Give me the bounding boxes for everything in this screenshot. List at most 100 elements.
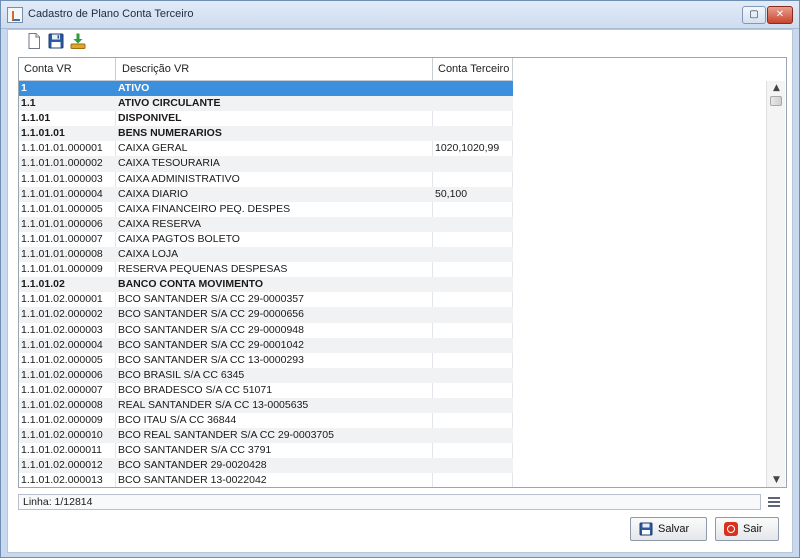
- cell-conta-terceiro[interactable]: [433, 247, 513, 262]
- close-button[interactable]: ✕: [767, 6, 793, 24]
- table-row[interactable]: 1.1.01.01.000001 CAIXA GERAL 1020,1020,99: [19, 141, 513, 156]
- save-button[interactable]: Salvar: [630, 517, 707, 541]
- cell-conta-terceiro[interactable]: [433, 323, 513, 338]
- table-row[interactable]: 1 ATIVO: [19, 81, 513, 97]
- cell-conta-terceiro[interactable]: [433, 111, 513, 126]
- cell-descricao-vr: BCO SANTANDER S/A CC 13-0000293: [118, 353, 304, 366]
- status-bar: Linha: 1/12814: [18, 494, 761, 510]
- scroll-thumb[interactable]: [770, 96, 782, 106]
- cell-descricao-vr: BANCO CONTA MOVIMENTO: [118, 278, 264, 291]
- cell-descricao-vr: CAIXA FINANCEIRO PEQ. DESPES: [118, 202, 291, 215]
- cell-conta-vr: 1.1.01.01.000004: [21, 187, 103, 200]
- table-row[interactable]: 1.1.01.01.000003 CAIXA ADMINISTRATIVO: [19, 172, 513, 187]
- table-row[interactable]: 1.1.01.01.000007 CAIXA PAGTOS BOLETO: [19, 232, 513, 247]
- cell-conta-terceiro[interactable]: [433, 383, 513, 398]
- new-document-icon[interactable]: [25, 32, 43, 50]
- cell-conta-terceiro[interactable]: [433, 81, 513, 96]
- cell-conta-vr: 1.1.01.01.000005: [21, 202, 103, 215]
- table-row[interactable]: 1.1.01.01.000004 CAIXA DIARIO 50,100: [19, 186, 513, 202]
- menu-lines-icon[interactable]: [767, 495, 781, 509]
- table-row[interactable]: 1.1 ATIVO CIRCULANTE: [19, 96, 513, 112]
- table-row[interactable]: 1.1.01.02.000008 REAL SANTANDER S/A CC 13…: [19, 397, 513, 414]
- table-row[interactable]: 1.1.01.02 BANCO CONTA MOVIMENTO: [19, 277, 513, 293]
- cell-conta-terceiro[interactable]: [433, 156, 513, 171]
- cell-conta-vr: 1.1: [21, 97, 36, 110]
- exit-button[interactable]: Sair: [715, 517, 779, 541]
- cell-conta-terceiro[interactable]: [433, 443, 513, 458]
- cell-conta-vr: 1.1.01.02: [21, 278, 65, 291]
- cell-conta-terceiro[interactable]: [433, 353, 513, 368]
- table-row[interactable]: 1.1.01.02.000002 BCO SANTANDER S/A CC 29-…: [19, 307, 513, 323]
- cell-conta-vr: 1: [21, 82, 27, 94]
- cell-descricao-vr: BCO SANTANDER 29-0020428: [118, 459, 267, 472]
- cell-descricao-vr: CAIXA GERAL: [118, 142, 188, 155]
- table-row[interactable]: 1.1.01.02.000012 BCO SANTANDER 29-0020428: [19, 458, 513, 474]
- cell-conta-vr: 1.1.01.02.000011: [21, 444, 102, 457]
- table-row[interactable]: 1.1.01.01.000005 CAIXA FINANCEIRO PEQ. DE…: [19, 202, 513, 217]
- cell-descricao-vr: BCO SANTANDER S/A CC 3791: [118, 444, 272, 457]
- table-row[interactable]: 1.1.01.01.000009 RESERVA PEQUENAS DESPESA…: [19, 262, 513, 277]
- cell-descricao-vr: ATIVO CIRCULANTE: [118, 97, 221, 110]
- table-row[interactable]: 1.1.01.02.000004 BCO SANTANDER S/A CC 29-…: [19, 337, 513, 353]
- cell-conta-terceiro[interactable]: [433, 458, 513, 473]
- restore-button[interactable]: ▢: [742, 6, 766, 24]
- table-row[interactable]: 1.1.01.01 BENS NUMERARIOS: [19, 126, 513, 142]
- cell-conta-terceiro[interactable]: [433, 126, 513, 141]
- title-bar[interactable]: Cadastro de Plano Conta Terceiro ▢ ✕: [1, 1, 799, 29]
- table-row[interactable]: 1.1.01.02.000013 BCO SANTANDER 13-0022042: [19, 473, 513, 487]
- cell-descricao-vr: BENS NUMERARIOS: [118, 127, 222, 140]
- cell-conta-terceiro[interactable]: [433, 172, 513, 187]
- scroll-down-arrow-icon[interactable]: ▼: [767, 473, 786, 487]
- cell-conta-terceiro[interactable]: 1020,1020,99: [433, 141, 513, 156]
- table-row[interactable]: 1.1.01.02.000003 BCO SANTANDER S/A CC 29-…: [19, 323, 513, 338]
- app-window: Cadastro de Plano Conta Terceiro ▢ ✕ Con…: [0, 0, 800, 558]
- column-header-conta-vr[interactable]: Conta VR: [19, 58, 116, 81]
- table-row[interactable]: 1.1.01.02.000006 BCO BRASIL S/A CC 6345: [19, 367, 513, 383]
- scroll-up-arrow-icon[interactable]: ▲: [767, 81, 786, 95]
- table-row[interactable]: 1.1.01.02.000001 BCO SANTANDER S/A CC 29-…: [19, 292, 513, 307]
- table-row[interactable]: 1.1.01 DISPONIVEL: [19, 111, 513, 126]
- main-panel: Conta VR Descrição VR Conta Terceiro 1 AT…: [7, 29, 793, 553]
- table-row[interactable]: 1.1.01.01.000002 CAIXA TESOURARIA: [19, 156, 513, 172]
- table-row[interactable]: 1.1.01.01.000006 CAIXA RESERVA: [19, 216, 513, 232]
- vertical-scrollbar[interactable]: ▲ ▼: [766, 81, 785, 487]
- table-row[interactable]: 1.1.01.01.000008 CAIXA LOJA: [19, 247, 513, 263]
- table-row[interactable]: 1.1.01.02.000011 BCO SANTANDER S/A CC 379…: [19, 443, 513, 458]
- table-row[interactable]: 1.1.01.02.000009 BCO ITAU S/A CC 36844: [19, 413, 513, 428]
- table-row[interactable]: 1.1.01.02.000005 BCO SANTANDER S/A CC 13-…: [19, 353, 513, 368]
- cell-conta-vr: 1.1.01.02.000004: [21, 338, 103, 351]
- cell-conta-vr: 1.1.01.02.000013: [21, 474, 103, 487]
- cell-conta-terceiro[interactable]: [433, 368, 513, 383]
- cell-conta-terceiro[interactable]: [433, 428, 513, 443]
- save-button-label: Salvar: [658, 523, 690, 535]
- table-row[interactable]: 1.1.01.02.000010 BCO REAL SANTANDER S/A C…: [19, 428, 513, 444]
- cell-conta-terceiro[interactable]: [433, 202, 513, 217]
- cell-conta-terceiro[interactable]: [433, 292, 513, 307]
- cell-descricao-vr: CAIXA LOJA: [118, 248, 179, 261]
- cell-conta-terceiro[interactable]: [433, 262, 513, 277]
- cell-conta-terceiro[interactable]: [433, 307, 513, 322]
- power-exit-icon: [724, 522, 738, 536]
- cell-conta-terceiro[interactable]: [433, 398, 513, 413]
- cell-conta-terceiro[interactable]: [433, 277, 513, 292]
- column-header-conta-terceiro[interactable]: Conta Terceiro: [433, 58, 513, 81]
- table-row[interactable]: 1.1.01.02.000007 BCO BRADESCO S/A CC 5107…: [19, 383, 513, 398]
- cell-conta-terceiro[interactable]: [433, 96, 513, 111]
- cell-conta-vr: 1.1.01.01.000007: [21, 232, 103, 245]
- cell-conta-vr: 1.1.01.02.000005: [21, 353, 103, 366]
- import-download-icon[interactable]: [69, 32, 87, 50]
- cell-conta-terceiro[interactable]: [433, 338, 513, 353]
- cell-conta-terceiro[interactable]: [433, 232, 513, 247]
- cell-descricao-vr: ATIVO: [118, 82, 150, 94]
- column-header-descricao-vr[interactable]: Descrição VR: [116, 58, 433, 81]
- cell-conta-terceiro[interactable]: [433, 473, 513, 487]
- cell-descricao-vr: BCO SANTANDER S/A CC 29-0000357: [118, 293, 304, 306]
- cell-conta-terceiro[interactable]: 50,100: [433, 187, 513, 202]
- cell-conta-vr: 1.1.01.01: [21, 127, 65, 140]
- cell-conta-terceiro[interactable]: [433, 217, 513, 232]
- cell-descricao-vr: CAIXA RESERVA: [118, 217, 202, 230]
- cell-conta-vr: 1.1.01.01.000006: [21, 217, 103, 230]
- save-floppy-icon[interactable]: [47, 32, 65, 50]
- cell-conta-terceiro[interactable]: [433, 413, 513, 428]
- accounts-table[interactable]: Conta VR Descrição VR Conta Terceiro 1 AT…: [18, 57, 787, 488]
